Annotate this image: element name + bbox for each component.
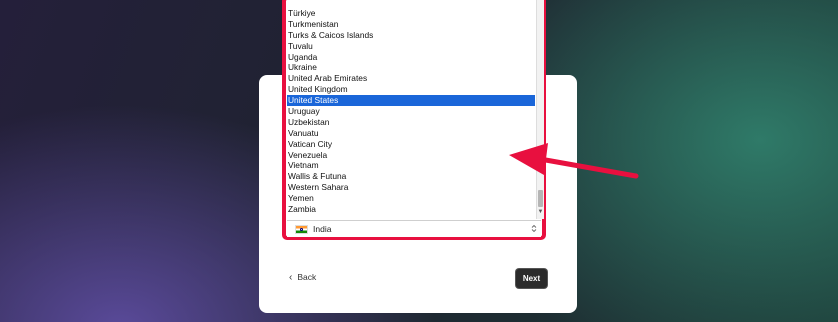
chevron-up-down-icon: [531, 224, 537, 235]
list-item[interactable]: Turks & Caicos Islands: [287, 30, 535, 41]
scrollbar-thumb[interactable]: [538, 190, 543, 207]
list-item[interactable]: United Arab Emirates: [287, 73, 535, 84]
list-item[interactable]: Zambia: [287, 204, 535, 215]
india-flag-icon: [295, 224, 308, 234]
list-item[interactable]: Venezuela: [287, 150, 535, 161]
list-item[interactable]: Wallis & Futuna: [287, 171, 535, 182]
country-select-value: India: [313, 224, 332, 234]
list-item[interactable]: Vatican City: [287, 139, 535, 150]
list-item[interactable]: Ukraine: [287, 62, 535, 73]
list-item[interactable]: Türkiye: [287, 8, 535, 19]
back-button[interactable]: ‹ Back: [289, 270, 316, 284]
list-item[interactable]: Uruguay: [287, 106, 535, 117]
list-item-selected[interactable]: United States: [287, 95, 535, 107]
list-item[interactable]: Yemen: [287, 193, 535, 204]
list-item-partial[interactable]: [287, 0, 535, 8]
list-scrollbar[interactable]: ▼: [536, 0, 544, 219]
list-item[interactable]: United Kingdom: [287, 84, 535, 95]
scroll-down-arrow-icon[interactable]: ▼: [537, 208, 544, 216]
list-item[interactable]: Turkmenistan: [287, 19, 535, 30]
country-select[interactable]: India: [287, 220, 541, 237]
list-item[interactable]: Uganda: [287, 52, 535, 63]
list-item[interactable]: Tuvalu: [287, 41, 535, 52]
country-dropdown-list[interactable]: Türkiye Turkmenistan Turks & Caicos Isla…: [287, 0, 535, 219]
next-button[interactable]: Next: [516, 269, 547, 288]
list-item[interactable]: Western Sahara: [287, 182, 535, 193]
list-item[interactable]: Vietnam: [287, 160, 535, 171]
list-item[interactable]: Vanuatu: [287, 128, 535, 139]
back-label: Back: [297, 272, 317, 282]
chevron-left-icon: ‹: [289, 271, 293, 283]
list-item[interactable]: Uzbekistan: [287, 117, 535, 128]
